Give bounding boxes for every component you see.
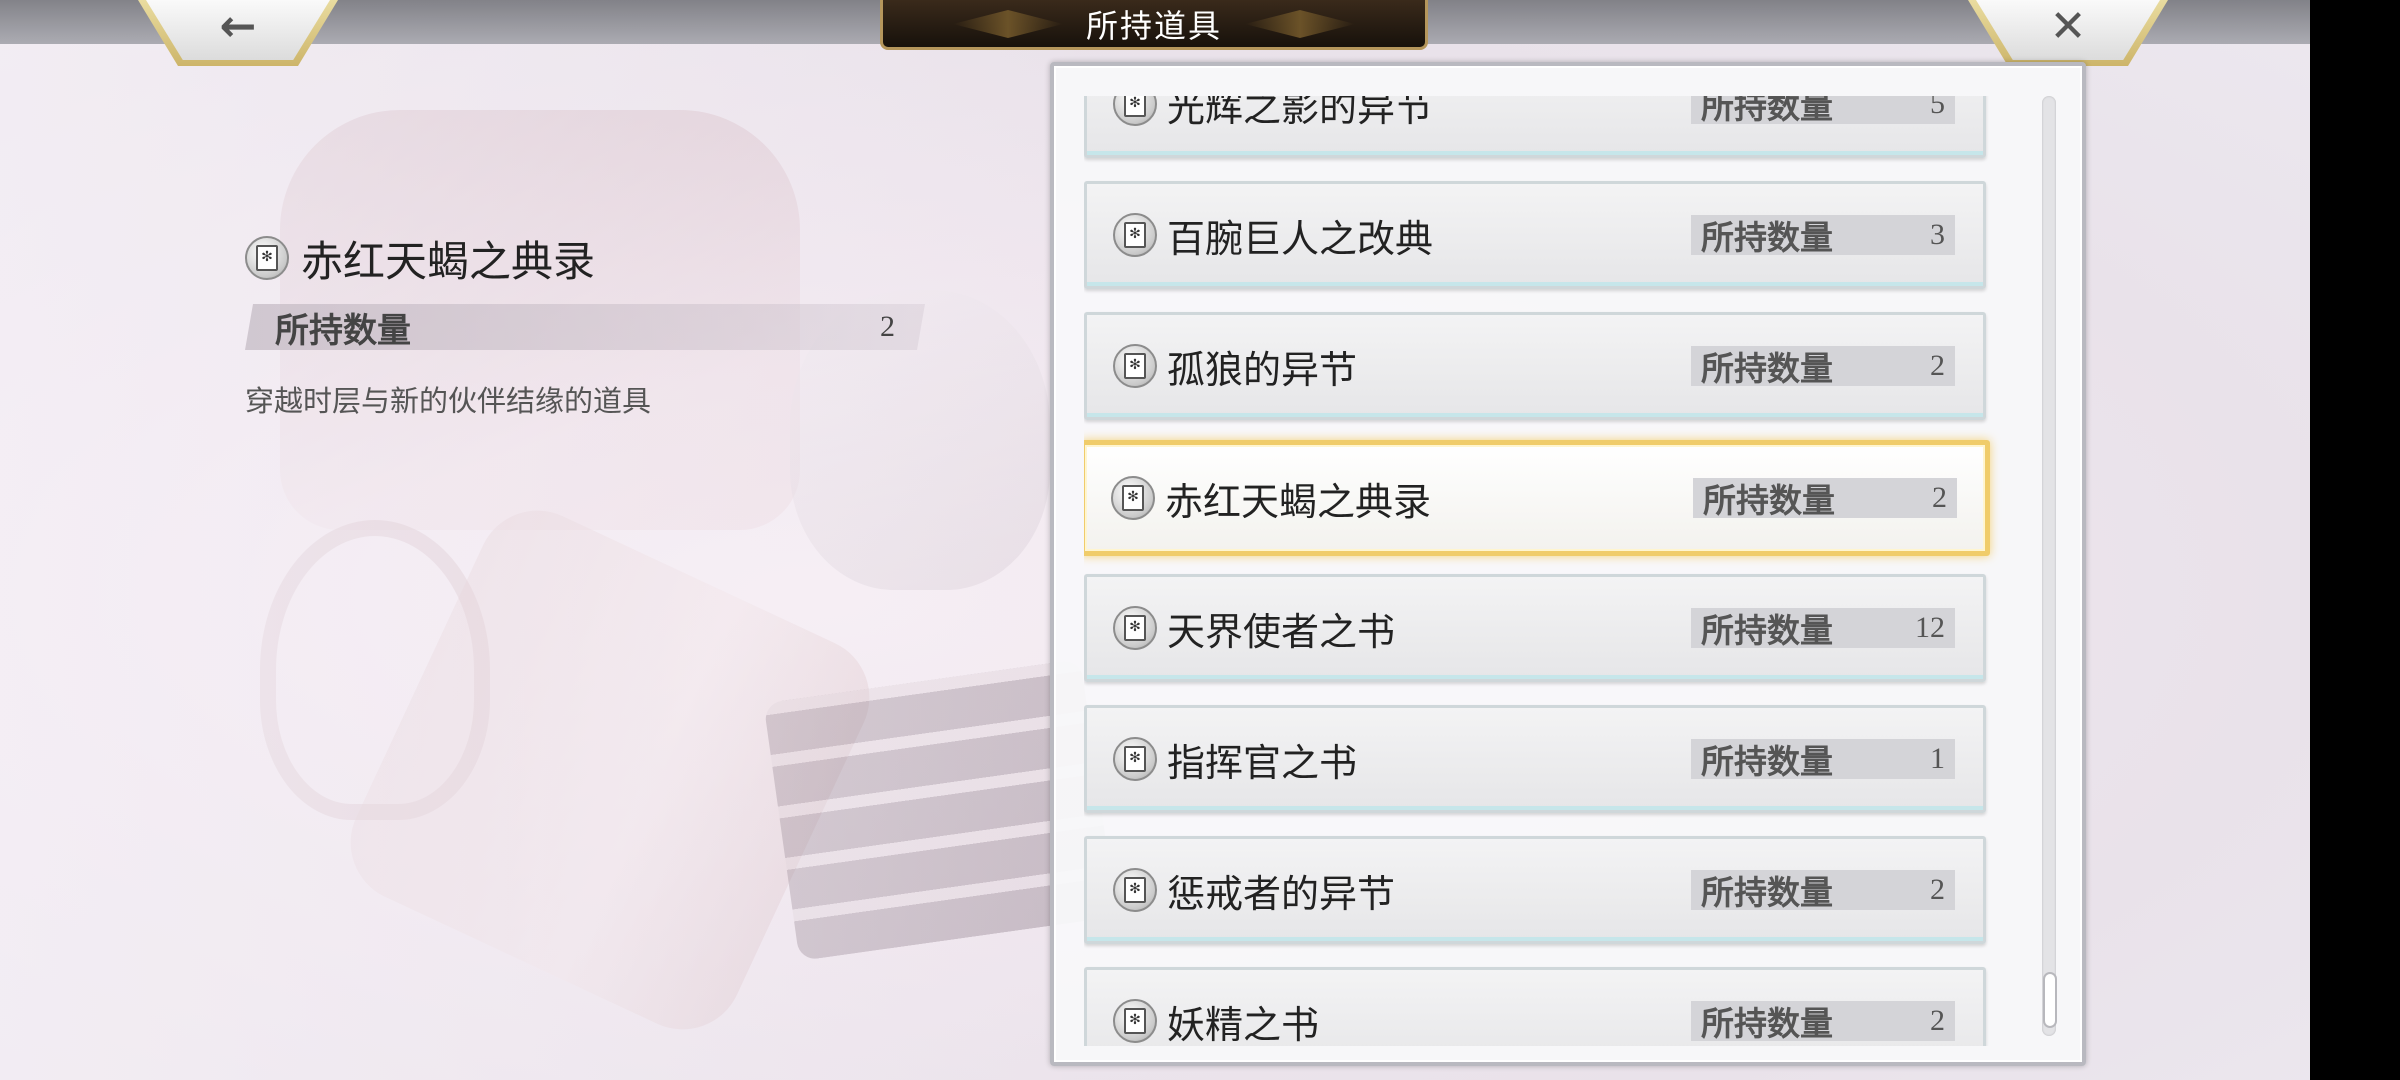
item-name: 妖精之书 bbox=[1167, 1002, 1320, 1047]
item-qty-box: 所持数量 2 bbox=[1691, 346, 1955, 388]
book-icon: ✻ bbox=[1113, 999, 1157, 1043]
background-fade bbox=[0, 0, 1100, 1080]
title-plate: 所持道具 bbox=[880, 0, 1428, 50]
list-item[interactable]: ✻ 指挥官之书 所持数量 1 bbox=[1084, 705, 1986, 813]
book-icon: ✻ bbox=[245, 236, 289, 280]
item-qty-box: 所持数量 5 bbox=[1691, 96, 1955, 126]
detail-count-value: 2 bbox=[880, 310, 895, 343]
close-icon: ✕ bbox=[2049, 1, 2087, 52]
item-name: 百腕巨人之改典 bbox=[1167, 216, 1434, 261]
scrollbar-track[interactable] bbox=[2042, 96, 2056, 1036]
list-item[interactable]: ✻ 百腕巨人之改典 所持数量 3 bbox=[1084, 181, 1986, 289]
item-list-panel[interactable]: ✻ 光辉之影的异节 所持数量 5 ✻ 百腕巨人之改典 所持数量 3 ✻ 孤狼的异… bbox=[1050, 62, 2086, 1066]
item-qty-value: 2 bbox=[1930, 349, 1945, 382]
scrollbar-thumb[interactable] bbox=[2043, 972, 2057, 1028]
book-icon: ✻ bbox=[1113, 96, 1157, 126]
item-name: 光辉之影的异节 bbox=[1167, 96, 1434, 130]
item-qty-value: 2 bbox=[1932, 481, 1947, 514]
list-item[interactable]: ✻ 光辉之影的异节 所持数量 5 bbox=[1084, 96, 1986, 158]
page-title: 所持道具 bbox=[1085, 6, 1222, 45]
item-qty-box: 所持数量 3 bbox=[1691, 215, 1955, 257]
list-item[interactable]: ✻ 天界使者之书 所持数量 12 bbox=[1084, 574, 1986, 682]
item-qty-value: 5 bbox=[1930, 96, 1945, 120]
item-qty-label: 所持数量 bbox=[1701, 349, 1833, 388]
detail-count-label: 所持数量 bbox=[275, 310, 411, 351]
item-qty-box: 所持数量 2 bbox=[1691, 1001, 1955, 1043]
screen-edge-bar bbox=[2310, 0, 2400, 1080]
item-qty-box: 所持数量 12 bbox=[1691, 608, 1955, 650]
item-qty-box: 所持数量 1 bbox=[1691, 739, 1955, 781]
item-qty-label: 所持数量 bbox=[1701, 96, 1833, 126]
item-qty-label: 所持数量 bbox=[1701, 873, 1833, 912]
item-qty-label: 所持数量 bbox=[1701, 611, 1833, 650]
item-name: 指挥官之书 bbox=[1167, 740, 1358, 785]
item-name: 天界使者之书 bbox=[1167, 609, 1396, 654]
item-qty-box: 所持数量 2 bbox=[1693, 478, 1957, 520]
item-qty-value: 2 bbox=[1930, 1004, 1945, 1037]
item-qty-label: 所持数量 bbox=[1701, 1004, 1833, 1043]
item-name: 惩戒者的异节 bbox=[1167, 871, 1396, 916]
book-icon: ✻ bbox=[1111, 476, 1155, 520]
item-list[interactable]: ✻ 光辉之影的异节 所持数量 5 ✻ 百腕巨人之改典 所持数量 3 ✻ 孤狼的异… bbox=[1084, 96, 2020, 1046]
detail-count-bar: 所持数量 2 bbox=[245, 304, 925, 350]
book-icon: ✻ bbox=[1113, 344, 1157, 388]
book-icon: ✻ bbox=[1113, 868, 1157, 912]
item-qty-value: 1 bbox=[1930, 742, 1945, 775]
item-qty-box: 所持数量 2 bbox=[1691, 870, 1955, 912]
list-item[interactable]: ✻ 妖精之书 所持数量 2 bbox=[1084, 967, 1986, 1046]
inventory-screen: ← 所持道具 ✕ ✻ 赤红天蝎之典录 所持数量 2 穿越时层与新的伙伴结缘的道具… bbox=[0, 0, 2310, 1080]
list-item[interactable]: ✻ 惩戒者的异节 所持数量 2 bbox=[1084, 836, 1986, 944]
item-detail-panel: ✻ 赤红天蝎之典录 所持数量 2 穿越时层与新的伙伴结缘的道具 bbox=[245, 230, 925, 420]
item-qty-value: 12 bbox=[1915, 611, 1945, 644]
detail-description: 穿越时层与新的伙伴结缘的道具 bbox=[245, 384, 652, 418]
item-qty-value: 3 bbox=[1930, 218, 1945, 251]
item-name: 孤狼的异节 bbox=[1167, 347, 1358, 392]
item-name: 赤红天蝎之典录 bbox=[1165, 479, 1432, 524]
item-qty-label: 所持数量 bbox=[1701, 218, 1833, 257]
book-icon: ✻ bbox=[1113, 737, 1157, 781]
item-qty-label: 所持数量 bbox=[1701, 742, 1833, 781]
item-qty-value: 2 bbox=[1930, 873, 1945, 906]
detail-item-name: 赤红天蝎之典录 bbox=[301, 236, 596, 286]
book-icon: ✻ bbox=[1113, 213, 1157, 257]
book-icon: ✻ bbox=[1113, 606, 1157, 650]
detail-name-row: ✻ 赤红天蝎之典录 bbox=[245, 230, 925, 286]
close-button[interactable]: ✕ bbox=[1968, 0, 2168, 66]
list-item[interactable]: ✻ 孤狼的异节 所持数量 2 bbox=[1084, 312, 1986, 420]
arrow-left-icon: ← bbox=[219, 1, 257, 52]
list-item-selected[interactable]: ✻ 赤红天蝎之典录 所持数量 2 bbox=[1084, 440, 1990, 556]
item-qty-label: 所持数量 bbox=[1703, 481, 1835, 520]
